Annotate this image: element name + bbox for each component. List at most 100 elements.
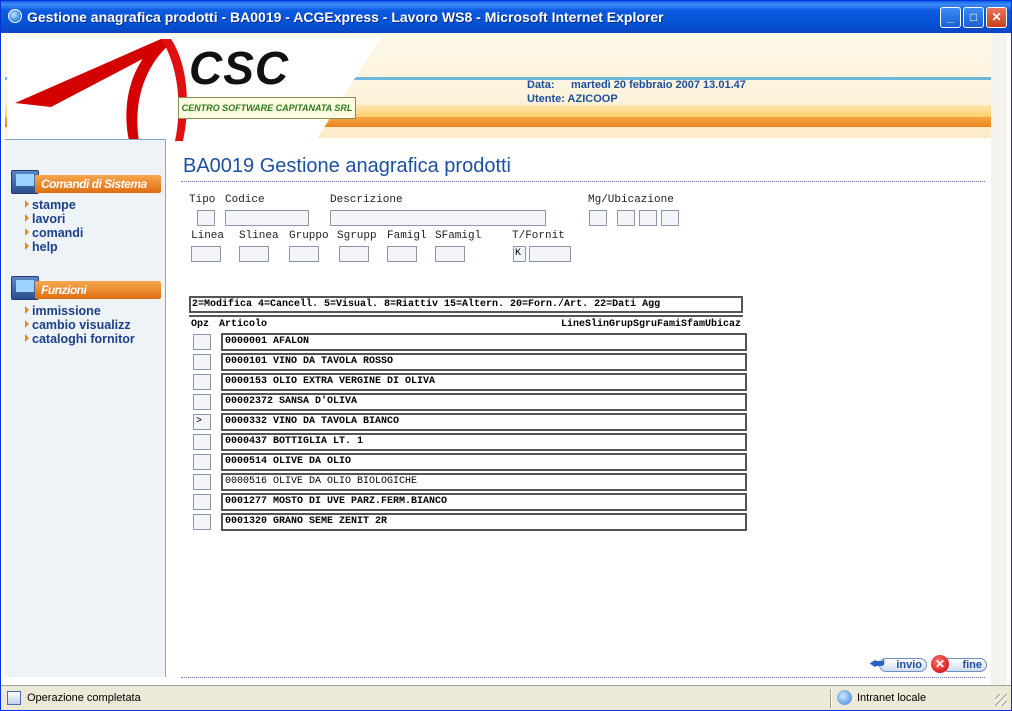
sidebar-item-comandi[interactable]: comandi	[25, 226, 83, 240]
slinea-input[interactable]	[239, 246, 269, 262]
close-x-icon: ✕	[931, 655, 949, 673]
maximize-button[interactable]: □	[963, 7, 984, 28]
gruppo-input[interactable]	[289, 246, 319, 262]
table-header: Opz Articolo LineSlinGrupSgruFamiSfamUbi…	[189, 315, 743, 331]
gruppo-label: Gruppo	[289, 230, 329, 242]
table-row[interactable]: 0001277 MOSTO DI UVE PARZ.FERM.BIANCO	[221, 493, 747, 511]
mg-ubicazione-label: Mg/Ubicazione	[588, 194, 674, 206]
sfamigl-label: SFamigl	[435, 230, 482, 242]
table-row[interactable]: 0000514 OLIVE DA OLIO	[221, 453, 747, 471]
row-option-input[interactable]	[193, 514, 211, 530]
enter-arrow-icon: ⮨	[869, 654, 885, 673]
table-row[interactable]: 0000437 BOTTIGLIA LT. 1	[221, 433, 747, 451]
row-option-input[interactable]	[193, 394, 211, 410]
sidebar: Comandi di Sistema stampe lavori comandi…	[5, 139, 166, 677]
magazzino-input[interactable]	[589, 210, 607, 226]
sidebar-item-cataloghi-fornitor[interactable]: cataloghi fornitor	[25, 332, 135, 346]
arrow-right-icon	[25, 200, 29, 208]
ubicazione-input-1[interactable]	[617, 210, 635, 226]
status-text: Operazione completata	[27, 692, 141, 704]
table-row[interactable]: 0000001 AFALON	[221, 333, 747, 351]
resize-grip[interactable]	[995, 694, 1007, 706]
status-bar: Operazione completata Intranet locale	[1, 685, 1011, 710]
arrow-right-icon	[25, 214, 29, 222]
sidebar-item-immissione[interactable]: immissione	[25, 304, 135, 318]
t-fornit-type-input[interactable]: K	[513, 246, 526, 262]
row-option-input[interactable]: >	[193, 414, 211, 430]
page-done-icon	[7, 691, 21, 705]
tipo-input[interactable]	[197, 210, 215, 226]
row-option-input[interactable]	[193, 474, 211, 490]
famigl-input[interactable]	[387, 246, 417, 262]
row-option-input[interactable]	[193, 334, 211, 350]
section-title: Funzioni	[35, 281, 161, 299]
table-row[interactable]: 0000153 OLIO EXTRA VERGINE DI OLIVA	[221, 373, 747, 391]
row-option-input[interactable]	[193, 454, 211, 470]
system-commands-list: stampe lavori comandi help	[25, 198, 83, 254]
title-bar[interactable]: Gestione anagrafica prodotti - BA0019 - …	[1, 1, 1011, 33]
tipo-label: Tipo	[189, 194, 216, 206]
ubicazione-input-3[interactable]	[661, 210, 679, 226]
row-option-input[interactable]	[193, 354, 211, 370]
options-legend: 2=Modifica 4=Cancell. 5=Visual. 8=Riatti…	[189, 296, 743, 313]
sgrupp-input[interactable]	[339, 246, 369, 262]
sgrupp-label: Sgrupp	[337, 230, 377, 242]
table-row[interactable]: 0001320 GRANO SEME ZENIT 2R	[221, 513, 747, 531]
ubicazione-input-2[interactable]	[639, 210, 657, 226]
session-info: Data: martedì 20 febbraio 2007 13.01.47 U…	[527, 78, 746, 106]
section-title: Comandi di Sistema	[35, 175, 161, 193]
arrow-right-icon	[25, 334, 29, 342]
csc-logo-icon	[15, 39, 187, 141]
famigl-label: Famigl	[387, 230, 427, 242]
minimize-button[interactable]: _	[940, 7, 961, 28]
arrow-right-icon	[25, 242, 29, 250]
arrow-right-icon	[25, 228, 29, 236]
descrizione-label: Descrizione	[330, 194, 403, 206]
row-option-input[interactable]	[193, 494, 211, 510]
intranet-zone-icon	[837, 690, 852, 705]
t-fornit-label: T/Fornit	[512, 230, 565, 242]
close-button[interactable]: ✕	[986, 7, 1007, 28]
table-row[interactable]: 0000332 VINO DA TAVOLA BIANCO	[221, 413, 747, 431]
sidebar-item-stampe[interactable]: stampe	[25, 198, 83, 212]
sidebar-item-help[interactable]: help	[25, 240, 83, 254]
arrow-right-icon	[25, 320, 29, 328]
user-label: Utente:	[527, 93, 565, 105]
codice-input[interactable]	[225, 210, 309, 226]
column-header-attributes: LineSlinGrupSgruFamiSfamUbicaz	[560, 319, 741, 330]
row-option-input[interactable]	[193, 434, 211, 450]
t-fornit-code-input[interactable]	[529, 246, 571, 262]
column-header-opz: Opz	[191, 319, 210, 330]
sidebar-item-cambio-visualizz[interactable]: cambio visualizz	[25, 318, 135, 332]
arrow-right-icon	[25, 306, 29, 314]
sidebar-item-lavori[interactable]: lavori	[25, 212, 83, 226]
fine-button[interactable]: fine ✕	[931, 655, 987, 673]
window-title: Gestione anagrafica prodotti - BA0019 - …	[27, 9, 664, 25]
logo-subtitle: CENTRO SOFTWARE CAPITANATA SRL	[178, 97, 356, 119]
page-title: BA0019 Gestione anagrafica prodotti	[183, 155, 511, 177]
functions-list: immissione cambio visualizz cataloghi fo…	[25, 304, 135, 346]
row-option-input[interactable]	[193, 374, 211, 390]
security-zone-text: Intranet locale	[857, 692, 927, 704]
internet-explorer-icon	[8, 9, 22, 23]
table-row[interactable]: 00002372 SANSA D'OLIVA	[221, 393, 747, 411]
section-functions: Funzioni	[9, 276, 161, 302]
date-value: martedì 20 febbraio 2007 13.01.47	[571, 79, 746, 91]
linea-input[interactable]	[191, 246, 221, 262]
table-row[interactable]: 0000516 OLIVE DA OLIO BIOLOGICHE	[221, 473, 747, 491]
slinea-label: Slinea	[239, 230, 279, 242]
main-panel: BA0019 Gestione anagrafica prodotti Tipo…	[181, 139, 991, 685]
vertical-scrollbar[interactable]	[991, 33, 1007, 685]
codice-label: Codice	[225, 194, 265, 206]
invio-button[interactable]: invio ⮨	[869, 655, 927, 673]
browser-window: Gestione anagrafica prodotti - BA0019 - …	[0, 0, 1012, 711]
header-banner: CSC CENTRO SOFTWARE CAPITANATA SRL Data:…	[5, 33, 991, 143]
page-content: CSC CENTRO SOFTWARE CAPITANATA SRL Data:…	[5, 33, 1007, 685]
section-system-commands: Comandi di Sistema	[9, 170, 161, 196]
sfamigl-input[interactable]	[435, 246, 465, 262]
table-row[interactable]: 0000101 VINO DA TAVOLA ROSSO	[221, 353, 747, 371]
column-header-articolo: Articolo	[219, 319, 268, 330]
descrizione-input[interactable]	[330, 210, 546, 226]
logo-text: CSC	[189, 42, 290, 94]
linea-label: Linea	[191, 230, 225, 242]
